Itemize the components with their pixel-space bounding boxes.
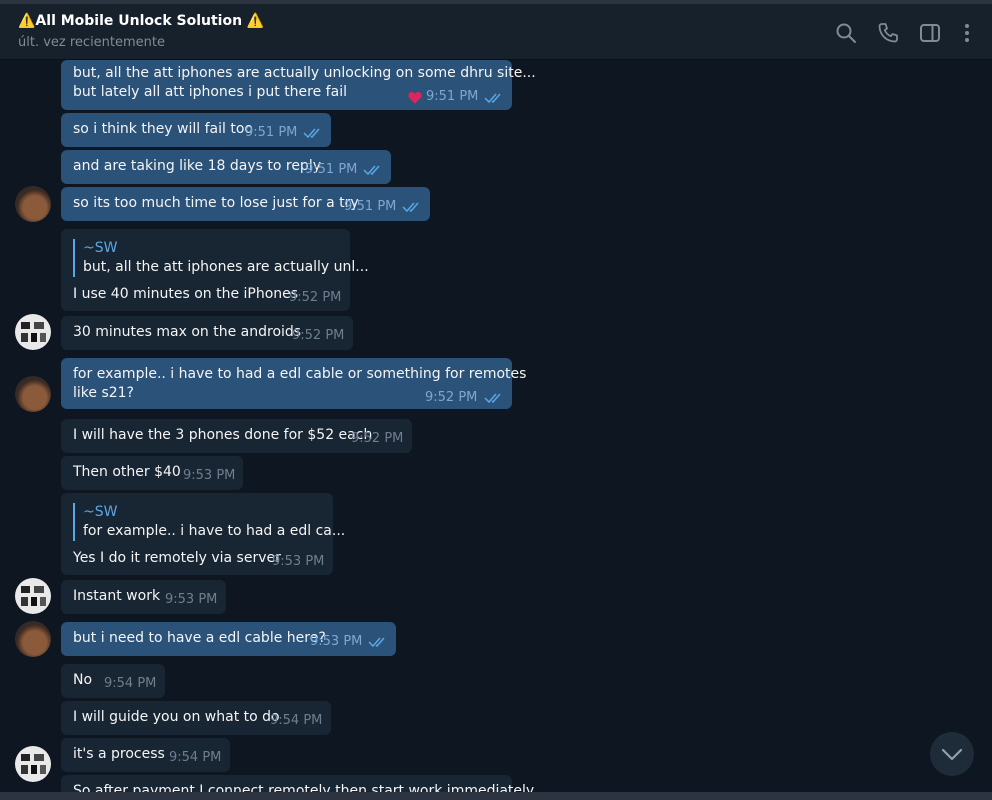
incoming-message[interactable]: it's a process 9:54 PM (61, 738, 230, 772)
avatar[interactable] (15, 186, 51, 222)
message-text: but, all the att iphones are actually un… (73, 65, 536, 81)
incoming-message[interactable]: ~SW for example.. i have to had a edl ca… (61, 493, 345, 575)
incoming-message[interactable]: Instant work 9:53 PM (61, 580, 226, 614)
reply-author: ~SW (83, 240, 118, 256)
search-icon[interactable] (835, 22, 857, 44)
incoming-message[interactable]: No 9:54 PM (61, 664, 165, 698)
reply-text: for example.. i have to had a edl ca... (83, 523, 346, 539)
chat-title[interactable]: ⚠️All Mobile Unlock Solution ⚠️ (18, 13, 264, 29)
message-time: 9:53 PM (272, 554, 325, 569)
message-text: I use 40 minutes on the iPhones (73, 286, 299, 302)
avatar[interactable] (15, 376, 51, 412)
message-text: I will have the 3 phones done for $52 ea… (73, 427, 373, 443)
message-text: it's a process (73, 746, 165, 762)
message-text: Instant work (73, 588, 161, 604)
outgoing-message[interactable]: and are taking like 18 days to reply 9:5… (61, 150, 391, 184)
outgoing-message[interactable]: for example.. i have to had a edl cable … (61, 358, 526, 409)
message-time: 9:51 PM (305, 162, 358, 177)
message-text: but i need to have a edl cable here? (73, 630, 326, 646)
outgoing-message[interactable]: so i think they will fail too 9:51 PM (61, 113, 331, 147)
shop-avatar-icon (21, 322, 46, 342)
last-seen-status: últ. vez recientemente (18, 35, 166, 50)
chevron-down-icon (941, 748, 963, 761)
shop-avatar-icon (21, 754, 46, 774)
message-time: 9:51 PM (245, 125, 298, 140)
avatar[interactable] (15, 314, 51, 350)
message-time: 9:52 PM (292, 328, 345, 343)
message-text: so its too much time to lose just for a … (73, 195, 359, 211)
message-time: 9:52 PM (425, 390, 478, 405)
message-text: So after payment I connect remotely then… (73, 783, 535, 792)
message-time: 9:51 PM (426, 89, 479, 104)
reply-quote[interactable]: ~SW but, all the att iphones are actuall… (73, 239, 369, 277)
message-text: and are taking like 18 days to reply (73, 158, 321, 174)
incoming-message[interactable]: ~SW but, all the att iphones are actuall… (61, 229, 369, 311)
message-text: but lately all att iphones i put there f… (73, 84, 347, 100)
incoming-message[interactable]: 30 minutes max on the androids 9:52 PM (61, 316, 353, 350)
incoming-message[interactable]: I will have the 3 phones done for $52 ea… (61, 419, 412, 453)
incoming-message[interactable]: Then other $40 9:53 PM (61, 456, 243, 490)
outgoing-message[interactable]: so its too much time to lose just for a … (61, 187, 430, 221)
message-time: 9:52 PM (289, 290, 342, 305)
message-time: 9:51 PM (344, 199, 397, 214)
message-text: like s21? (73, 385, 134, 401)
message-time: 9:53 PM (310, 634, 363, 649)
message-time: 9:53 PM (165, 592, 218, 607)
sidebar-icon[interactable] (919, 22, 941, 44)
message-list[interactable]: but, all the att iphones are actually un… (0, 60, 992, 792)
outgoing-message[interactable]: but, all the att iphones are actually un… (61, 60, 536, 110)
message-text: 30 minutes max on the androids (73, 324, 302, 340)
message-time: 9:54 PM (104, 676, 157, 691)
outgoing-message[interactable]: but i need to have a edl cable here? 9:5… (61, 622, 396, 656)
scroll-to-bottom-button[interactable] (930, 732, 974, 776)
reply-author: ~SW (83, 504, 118, 520)
message-text: Yes I do it remotely via server (73, 550, 281, 566)
window-bottom-edge (0, 792, 992, 800)
more-vertical-icon[interactable] (956, 22, 978, 44)
read-double-check-icon (303, 128, 320, 139)
heart-reaction-icon[interactable] (408, 91, 422, 104)
message-time: 9:53 PM (183, 468, 236, 483)
message-time: 9:52 PM (351, 431, 404, 446)
avatar[interactable] (15, 578, 51, 614)
reply-quote[interactable]: ~SW for example.. i have to had a edl ca… (73, 503, 345, 541)
reply-text: but, all the att iphones are actually un… (83, 259, 369, 275)
read-double-check-icon (368, 637, 385, 648)
read-double-check-icon (363, 165, 380, 176)
phone-icon[interactable] (877, 22, 899, 44)
message-time: 9:54 PM (270, 713, 323, 728)
message-text: for example.. i have to had a edl cable … (73, 366, 527, 382)
read-double-check-icon (402, 202, 419, 213)
read-double-check-icon (484, 93, 501, 104)
avatar[interactable] (15, 621, 51, 657)
shop-avatar-icon (21, 586, 46, 606)
message-text: No (73, 672, 93, 688)
message-text: so i think they will fail too (73, 121, 253, 137)
incoming-message[interactable]: So after payment I connect remotely then… (61, 775, 534, 792)
read-double-check-icon (484, 393, 501, 404)
avatar[interactable] (15, 746, 51, 782)
message-text: I will guide you on what to do (73, 709, 280, 725)
message-text: Then other $40 (73, 464, 181, 480)
incoming-message[interactable]: I will guide you on what to do 9:54 PM (61, 701, 331, 735)
message-time: 9:54 PM (169, 750, 222, 765)
chat-header: ⚠️All Mobile Unlock Solution ⚠️ últ. vez… (0, 4, 992, 60)
